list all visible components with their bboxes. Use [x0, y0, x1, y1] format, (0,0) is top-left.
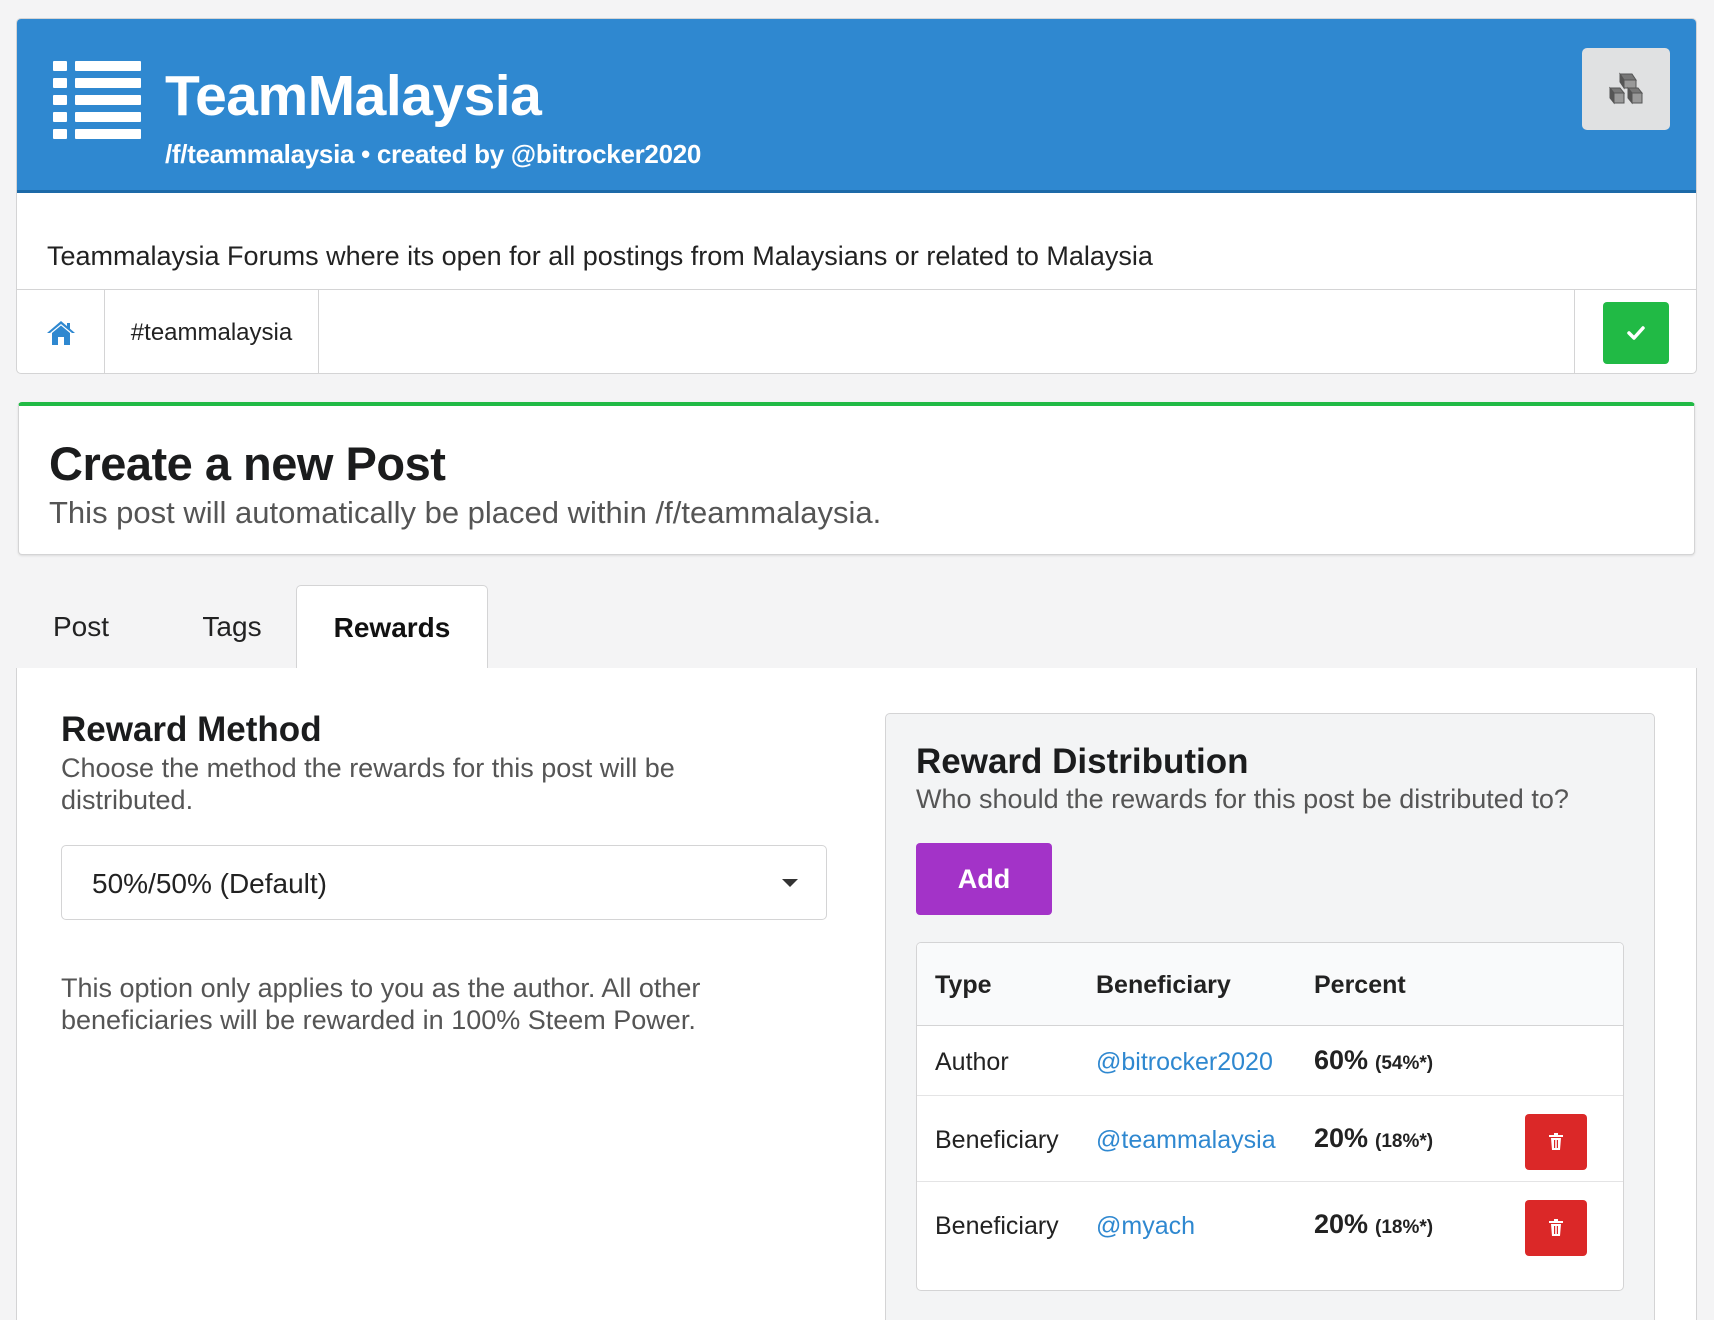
beneficiary-table: Type Beneficiary Percent Author @bitrock… — [916, 942, 1624, 1291]
row-percent-value: 20% — [1314, 1123, 1369, 1153]
tab-post[interactable]: Post — [26, 585, 136, 669]
forum-header: TeamMalaysia /f/teammalaysia • created b… — [17, 19, 1696, 193]
row-percent-value: 20% — [1314, 1209, 1369, 1239]
row-type: Beneficiary — [935, 1212, 1059, 1240]
forum-menu: #teammalaysia — [17, 290, 1696, 373]
row-percent-note: (18%*) — [1375, 1217, 1434, 1238]
row-percent: 20% (18%*) — [1314, 1123, 1433, 1154]
delete-beneficiary-button[interactable] — [1525, 1114, 1587, 1170]
column-beneficiary: Beneficiary — [1096, 971, 1231, 999]
row-beneficiary-link[interactable]: @myach — [1096, 1212, 1195, 1241]
create-post-subtitle: This post will automatically be placed w… — [49, 495, 882, 530]
create-post-card: Create a new Post This post will automat… — [18, 402, 1695, 555]
row-percent-note: (54%*) — [1375, 1053, 1434, 1074]
reward-method-subtitle: Choose the method the rewards for this p… — [61, 753, 675, 815]
cubes-button[interactable] — [1582, 48, 1670, 130]
table-header: Type Beneficiary Percent — [917, 943, 1623, 1026]
tab-tags[interactable]: Tags — [176, 585, 288, 669]
row-percent-note: (18%*) — [1375, 1131, 1434, 1152]
reward-method-title: Reward Method — [61, 710, 322, 749]
cubes-icon — [1608, 72, 1644, 105]
reward-method-note: This option only applies to you as the a… — [61, 973, 701, 1035]
row-percent: 60% (54%*) — [1314, 1045, 1433, 1076]
forum-description: Teammalaysia Forums where its open for a… — [17, 193, 1696, 290]
create-post-title: Create a new Post — [49, 437, 446, 490]
table-row: Author @bitrocker2020 60% (54%*) — [917, 1026, 1623, 1096]
column-percent: Percent — [1314, 971, 1406, 999]
home-link[interactable] — [17, 290, 105, 373]
row-beneficiary-link[interactable]: @bitrocker2020 — [1096, 1048, 1273, 1077]
row-beneficiary-link[interactable]: @teammalaysia — [1096, 1126, 1276, 1155]
tab-rewards[interactable]: Rewards — [296, 585, 488, 670]
delete-beneficiary-button[interactable] — [1525, 1200, 1587, 1256]
home-icon — [46, 320, 75, 345]
reward-method-select[interactable]: 50%/50% (Default) — [61, 845, 827, 920]
tag-link[interactable]: #teammalaysia — [105, 290, 319, 373]
post-tabs: Post Tags Rewards — [16, 585, 1697, 670]
reward-method-selected: 50%/50% (Default) — [92, 868, 328, 899]
table-row: Beneficiary @myach 20% (18%*) — [917, 1182, 1623, 1290]
add-beneficiary-button[interactable]: Add — [916, 843, 1052, 915]
column-type: Type — [935, 971, 992, 999]
trash-icon — [1549, 1133, 1563, 1150]
confirm-button[interactable] — [1602, 301, 1669, 364]
dropdown-caret-icon — [782, 879, 798, 887]
forum-subtitle: /f/teammalaysia • created by @bitrocker2… — [165, 139, 702, 169]
list-icon — [53, 61, 141, 143]
table-row: Beneficiary @teammalaysia 20% (18%*) — [917, 1096, 1623, 1182]
reward-distribution-card: Reward Distribution Who should the rewar… — [885, 713, 1655, 1320]
row-type: Author — [935, 1048, 1009, 1076]
reward-distribution-subtitle: Who should the rewards for this post be … — [916, 784, 1569, 814]
check-icon — [1626, 325, 1645, 340]
row-percent: 20% (18%*) — [1314, 1209, 1433, 1240]
forum-card: TeamMalaysia /f/teammalaysia • created b… — [16, 18, 1697, 374]
rewards-panel: Reward Method Choose the method the rewa… — [16, 668, 1697, 1320]
row-percent-value: 60% — [1314, 1045, 1369, 1075]
row-type: Beneficiary — [935, 1126, 1059, 1154]
forum-title: TeamMalaysia — [165, 64, 542, 128]
reward-distribution-title: Reward Distribution — [916, 742, 1249, 781]
menu-right — [1574, 290, 1696, 373]
trash-icon — [1549, 1219, 1563, 1236]
